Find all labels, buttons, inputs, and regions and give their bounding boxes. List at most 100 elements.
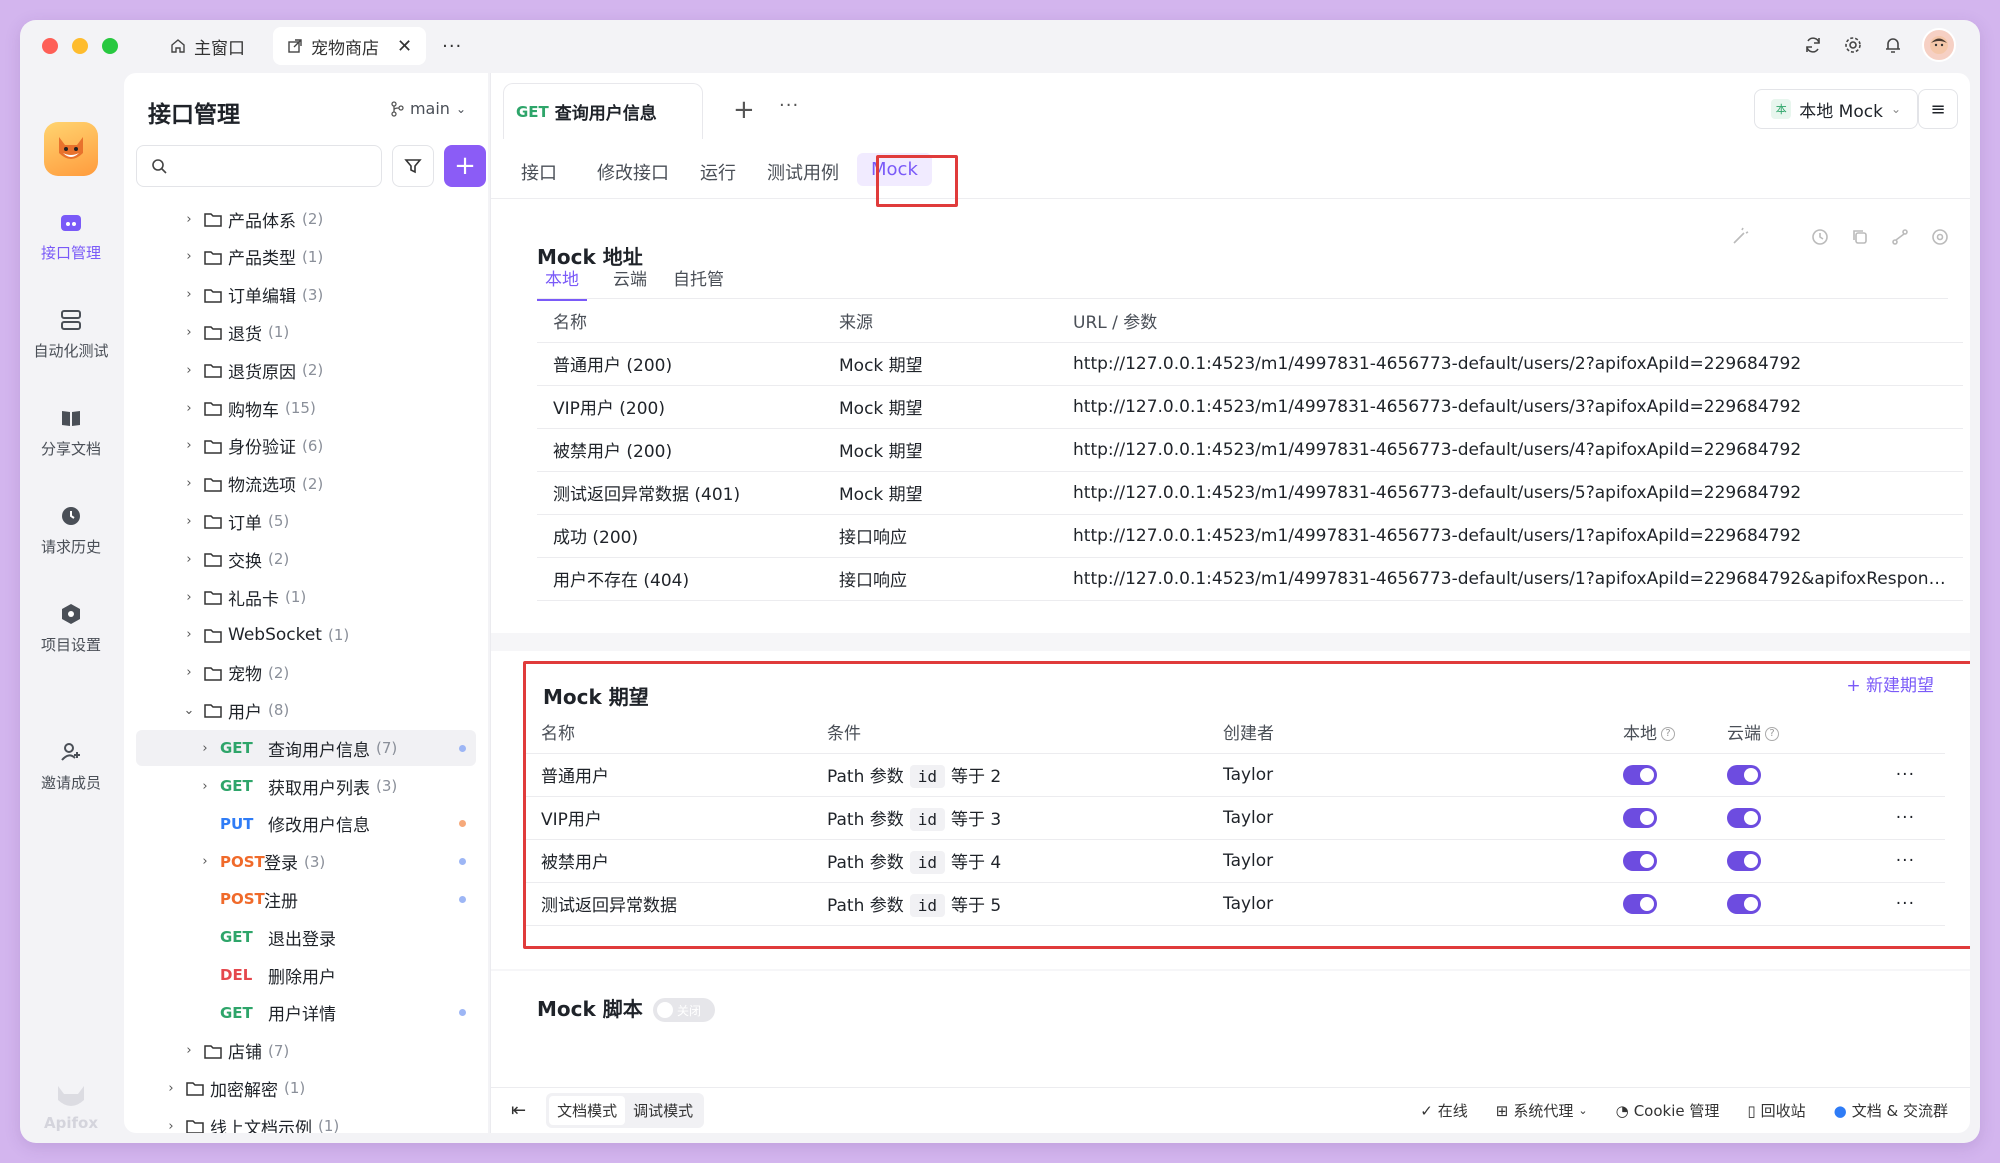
settings-icon[interactable] xyxy=(1930,227,1950,247)
status-online[interactable]: ✓ 在线 xyxy=(1420,1100,1468,1121)
help-icon[interactable]: ? xyxy=(1765,726,1779,741)
window-tab-home[interactable]: 主窗口 xyxy=(156,27,259,65)
tab-mock[interactable]: Mock xyxy=(857,153,932,186)
bell-icon[interactable] xyxy=(1882,34,1904,56)
mock-url-cell[interactable]: http://127.0.0.1:4523/m1/4997831-4656773… xyxy=(1057,342,1963,386)
copy-icon[interactable] xyxy=(1850,227,1870,247)
rail-item-project-settings[interactable]: 项目设置 xyxy=(20,600,122,655)
tree-folder[interactable]: › 线上文档示例 (1) xyxy=(124,1108,488,1133)
new-expectation-button[interactable]: + 新建期望 xyxy=(1846,671,1934,696)
magic-icon[interactable] xyxy=(1730,227,1750,247)
tree-folder[interactable]: › 加密解密 (1) xyxy=(124,1070,488,1106)
close-window-button[interactable] xyxy=(42,38,58,54)
tree-folder[interactable]: › 店铺 (7) xyxy=(124,1033,488,1069)
new-tab-icon[interactable]: + xyxy=(733,95,755,125)
help-icon[interactable]: ? xyxy=(1661,726,1675,741)
debug-mode-button[interactable]: 调试模式 xyxy=(625,1096,701,1125)
tab-test-cases[interactable]: 测试用例 xyxy=(767,159,839,185)
project-logo[interactable] xyxy=(44,122,98,176)
more-icon[interactable]: ··· xyxy=(1896,851,1915,871)
local-toggle[interactable] xyxy=(1623,893,1657,914)
cloud-toggle[interactable] xyxy=(1727,893,1761,914)
status-docs-community[interactable]: ● 文档 & 交流群 xyxy=(1834,1100,1948,1121)
chevron-right-icon[interactable]: › xyxy=(182,665,196,680)
share-icon[interactable] xyxy=(1890,227,1910,247)
chevron-right-icon[interactable]: › xyxy=(182,287,196,302)
tree-api-item[interactable]: DEL 删除用户 xyxy=(124,957,488,993)
table-row[interactable]: 测试返回异常数据 Path 参数 id 等于 5 Taylor ··· xyxy=(525,882,1945,926)
mock-url-cell[interactable]: http://127.0.0.1:4523/m1/4997831-4656773… xyxy=(1057,557,1963,601)
chevron-right-icon[interactable]: › xyxy=(164,1119,178,1133)
doc-mode-button[interactable]: 文档模式 xyxy=(549,1096,626,1125)
mock-url-cell[interactable]: http://127.0.0.1:4523/m1/4997831-4656773… xyxy=(1057,471,1963,515)
maximize-window-button[interactable] xyxy=(102,38,118,54)
table-row[interactable]: 成功 (200) 接口响应 http://127.0.0.1:4523/m1/499… xyxy=(537,514,1963,558)
local-toggle[interactable] xyxy=(1623,764,1657,785)
add-button[interactable]: + xyxy=(444,145,486,187)
filter-button[interactable] xyxy=(392,145,434,187)
chevron-right-icon[interactable]: › xyxy=(182,590,196,605)
rail-item-share-docs[interactable]: 分享文档 xyxy=(20,404,122,459)
table-row[interactable]: VIP用户 Path 参数 id 等于 3 Taylor ··· xyxy=(525,796,1945,840)
more-icon[interactable]: ··· xyxy=(779,95,799,116)
tree-folder[interactable]: › WebSocket (1) xyxy=(124,617,488,653)
table-row[interactable]: 被禁用户 (200) Mock 期望 http://127.0.0.1:4523/m… xyxy=(537,428,1963,472)
local-toggle[interactable] xyxy=(1623,807,1657,828)
tab-cloud[interactable]: 云端 xyxy=(613,265,647,301)
collapse-sidebar-icon[interactable]: ⇤ xyxy=(511,1100,526,1121)
menu-button[interactable]: ≡ xyxy=(1918,89,1958,129)
gear-icon[interactable] xyxy=(1842,34,1864,56)
chevron-right-icon[interactable]: › xyxy=(182,363,196,378)
more-icon[interactable]: ··· xyxy=(1896,765,1915,785)
chevron-right-icon[interactable]: › xyxy=(198,741,212,756)
chevron-right-icon[interactable]: › xyxy=(182,401,196,416)
table-row[interactable]: 用户不存在 (404) 接口响应 http://127.0.0.1:4523/m1/… xyxy=(537,557,1963,601)
chevron-right-icon[interactable]: › xyxy=(182,325,196,340)
cloud-toggle[interactable] xyxy=(1727,807,1761,828)
mock-url-cell[interactable]: http://127.0.0.1:4523/m1/4997831-4656773… xyxy=(1057,514,1963,558)
rail-item-api-management[interactable]: 接口管理 xyxy=(20,208,122,263)
tree-api-item[interactable]: › GET 查询用户信息 (7) xyxy=(136,730,476,767)
chevron-down-icon[interactable]: ⌄ xyxy=(182,703,196,718)
environment-selector[interactable]: 本 本地 Mock ⌄ xyxy=(1754,89,1918,129)
tab-run[interactable]: 运行 xyxy=(700,159,736,185)
tree-api-item[interactable]: GET 退出登录 xyxy=(124,919,488,955)
close-tab-icon[interactable]: ✕ xyxy=(397,36,412,57)
tree-api-item[interactable]: GET 用户详情 xyxy=(124,995,488,1031)
more-tabs-icon[interactable]: ··· xyxy=(442,36,462,57)
sidebar-search[interactable] xyxy=(136,145,382,187)
tree-folder[interactable]: › 订单编辑 (3) xyxy=(124,277,488,313)
rail-item-invite-members[interactable]: 邀请成员 xyxy=(20,738,122,793)
rail-item-history[interactable]: 请求历史 xyxy=(20,502,122,557)
status-cookie[interactable]: ◔ Cookie 管理 xyxy=(1616,1100,1720,1121)
table-row[interactable]: VIP用户 (200) Mock 期望 http://127.0.0.1:4523/… xyxy=(537,385,1963,429)
chevron-right-icon[interactable]: › xyxy=(164,1081,178,1096)
tree-folder[interactable]: › 订单 (5) xyxy=(124,503,488,539)
minimize-window-button[interactable] xyxy=(72,38,88,54)
chevron-right-icon[interactable]: › xyxy=(182,476,196,491)
tree-api-item[interactable]: PUT 修改用户信息 xyxy=(124,806,488,842)
search-input[interactable] xyxy=(175,157,381,175)
mock-url-cell[interactable]: http://127.0.0.1:4523/m1/4997831-4656773… xyxy=(1057,428,1963,472)
tab-api[interactable]: 接口 xyxy=(521,159,557,185)
table-row[interactable]: 测试返回异常数据 (401) Mock 期望 http://127.0.0.1:45… xyxy=(537,471,1963,515)
tree-folder[interactable]: › 宠物 (2) xyxy=(124,655,488,691)
tree-folder[interactable]: › 产品体系 (2) xyxy=(124,201,488,237)
chevron-right-icon[interactable]: › xyxy=(198,854,212,869)
local-toggle[interactable] xyxy=(1623,850,1657,871)
tree-api-item[interactable]: › GET 获取用户列表 (3) xyxy=(124,768,488,804)
more-icon[interactable]: ··· xyxy=(1896,894,1915,914)
tree-folder[interactable]: › 退货 (1) xyxy=(124,314,488,350)
tree-folder[interactable]: › 身份验证 (6) xyxy=(124,428,488,464)
chevron-right-icon[interactable]: › xyxy=(198,779,212,794)
tree-folder[interactable]: › 产品类型 (1) xyxy=(124,239,488,275)
tree-api-item[interactable]: POST 注册 xyxy=(124,881,488,917)
tab-self-hosted[interactable]: 自托管 xyxy=(673,265,724,301)
tree-folder[interactable]: › 退货原因 (2) xyxy=(124,352,488,388)
chevron-right-icon[interactable]: › xyxy=(182,1043,196,1058)
user-avatar[interactable] xyxy=(1922,28,1956,62)
window-tab-project[interactable]: 宠物商店 ✕ xyxy=(273,27,427,65)
rail-item-automation[interactable]: 自动化测试 xyxy=(20,306,122,361)
mock-url-cell[interactable]: http://127.0.0.1:4523/m1/4997831-4656773… xyxy=(1057,385,1963,429)
doc-tab-query-user[interactable]: GET 查询用户信息 xyxy=(503,83,703,139)
